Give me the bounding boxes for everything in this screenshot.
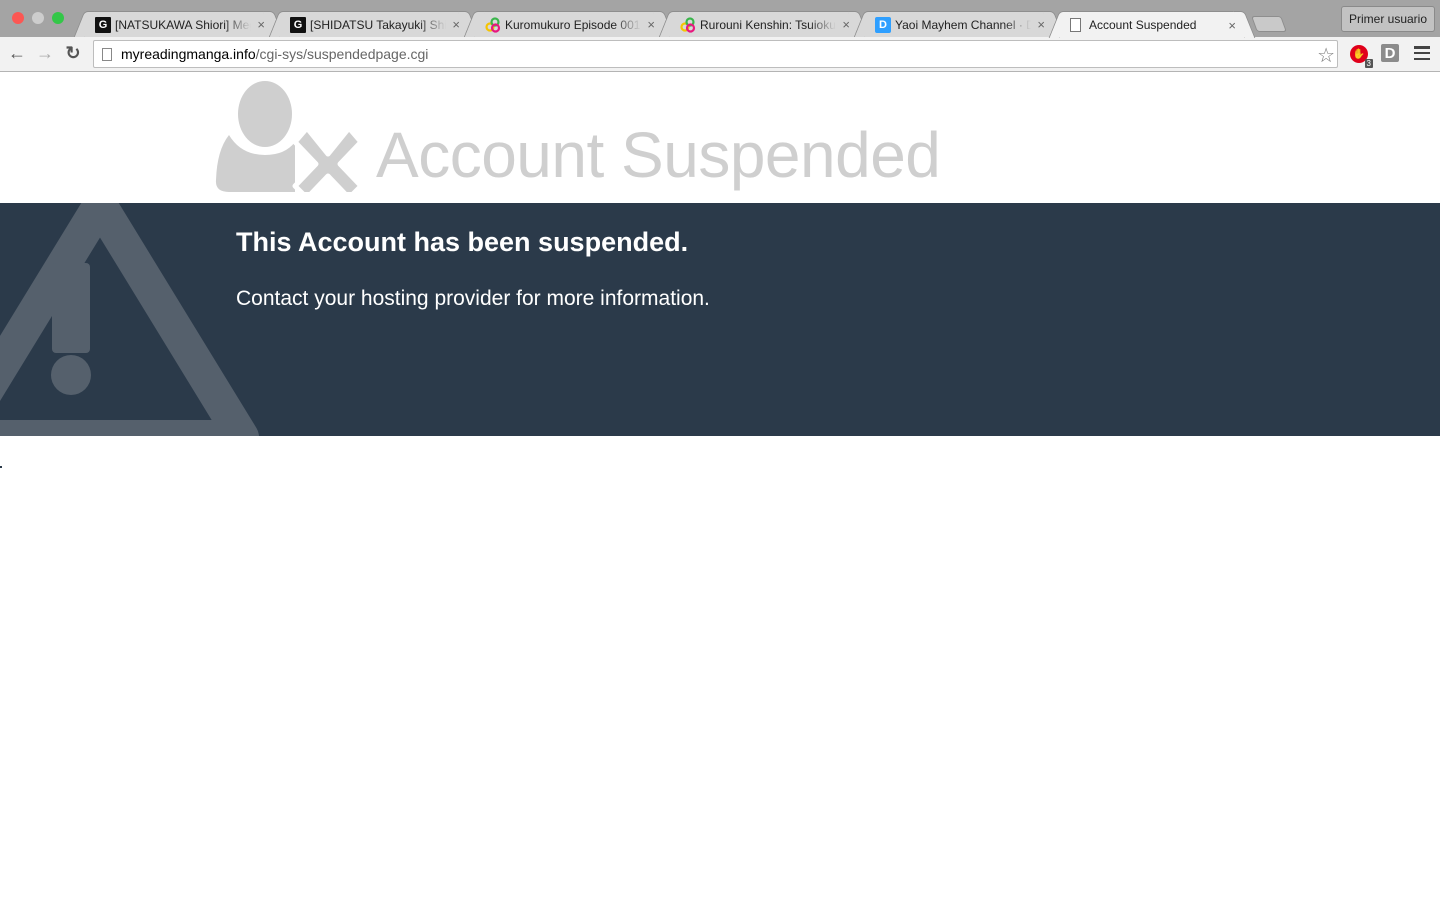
- reload-icon: ↻: [65, 42, 81, 63]
- adblock-count-badge: 3: [1364, 59, 1373, 68]
- close-tab-icon[interactable]: ×: [257, 17, 265, 32]
- page-icon: [1070, 18, 1081, 32]
- close-window-button[interactable]: [12, 12, 24, 24]
- tab-bar: G [NATSUKAWA Shiori] Mega × G [SHIDATSU …: [0, 0, 1440, 38]
- g-icon: G: [95, 16, 111, 33]
- tab-rurouni-kenshin[interactable]: Rurouni Kenshin: Tsuiokuhe ×: [669, 11, 859, 37]
- tab-title: Rurouni Kenshin: Tsuiokuhe: [700, 17, 837, 32]
- tab-account-suspended[interactable]: Account Suspended ×: [1059, 11, 1245, 38]
- warning-triangle-icon: [0, 203, 259, 436]
- tab-title: [NATSUKAWA Shiori] Mega: [115, 17, 252, 32]
- tab-natsukawa[interactable]: G [NATSUKAWA Shiori] Mega ×: [84, 11, 274, 37]
- stray-pixel: [0, 466, 2, 468]
- adblock-extension-button[interactable]: ✋ 3: [1349, 44, 1373, 68]
- tab-yaoi-mayhem[interactable]: D Yaoi Mayhem Channel · Disc ×: [864, 11, 1054, 37]
- page-info-icon[interactable]: [102, 47, 112, 61]
- close-tab-icon[interactable]: ×: [647, 17, 655, 32]
- back-button[interactable]: ←: [6, 42, 28, 64]
- browser-toolbar: ← → ↻ myreadingmanga.info/cgi-sys/suspen…: [0, 37, 1440, 72]
- tab-title: Account Suspended: [1089, 18, 1197, 32]
- close-tab-icon[interactable]: ×: [1037, 17, 1045, 32]
- tab-title: Yaoi Mayhem Channel · Disc: [895, 17, 1032, 32]
- url-text[interactable]: myreadingmanga.info/cgi-sys/suspendedpag…: [121, 46, 428, 62]
- tab-title: [SHIDATSU Takayuki] Shiri: [310, 17, 447, 32]
- minimize-window-button[interactable]: [32, 12, 44, 24]
- suspension-banner: This Account has been suspended. Contact…: [0, 203, 1440, 436]
- new-tab-button[interactable]: [1251, 16, 1287, 32]
- profile-button[interactable]: Primer usuario: [1341, 6, 1435, 32]
- crunchy-rings-icon: [485, 16, 501, 33]
- user-suspended-icon: [215, 81, 364, 192]
- g-icon: G: [290, 16, 306, 33]
- tab-title: Kuromukuro Episode 001 -: [505, 17, 642, 32]
- disqus-icon: D: [875, 16, 891, 33]
- page-header: Account Suspended: [0, 72, 1440, 203]
- d-extension-button[interactable]: D: [1381, 44, 1399, 62]
- close-tab-icon[interactable]: ×: [452, 17, 460, 32]
- tab-shidatsu[interactable]: G [SHIDATSU Takayuki] Shiri ×: [279, 11, 469, 37]
- arrow-left-icon: ←: [8, 42, 26, 63]
- address-bar[interactable]: myreadingmanga.info/cgi-sys/suspendedpag…: [93, 40, 1338, 68]
- suspension-message: Contact your hosting provider for more i…: [236, 287, 710, 310]
- close-tab-icon[interactable]: ×: [842, 17, 850, 32]
- zoom-window-button[interactable]: [52, 12, 64, 24]
- bookmark-star-icon[interactable]: ☆: [1317, 43, 1335, 68]
- arrow-right-icon: →: [36, 42, 54, 63]
- url-host: myreadingmanga.info: [121, 46, 256, 62]
- crunchy-rings-icon: [680, 16, 696, 33]
- suspension-heading: This Account has been suspended.: [236, 227, 689, 257]
- reload-button[interactable]: ↻: [62, 42, 84, 64]
- close-tab-icon[interactable]: ×: [1228, 18, 1236, 33]
- url-path: /cgi-sys/suspendedpage.cgi: [255, 46, 429, 62]
- forward-button[interactable]: →: [34, 42, 56, 64]
- page-title: Account Suspended: [376, 119, 941, 191]
- tab-kuromukuro[interactable]: Kuromukuro Episode 001 - ×: [474, 11, 664, 37]
- page-content: Account Suspended This Account has been …: [0, 72, 1440, 900]
- hamburger-menu-icon[interactable]: [1414, 46, 1430, 60]
